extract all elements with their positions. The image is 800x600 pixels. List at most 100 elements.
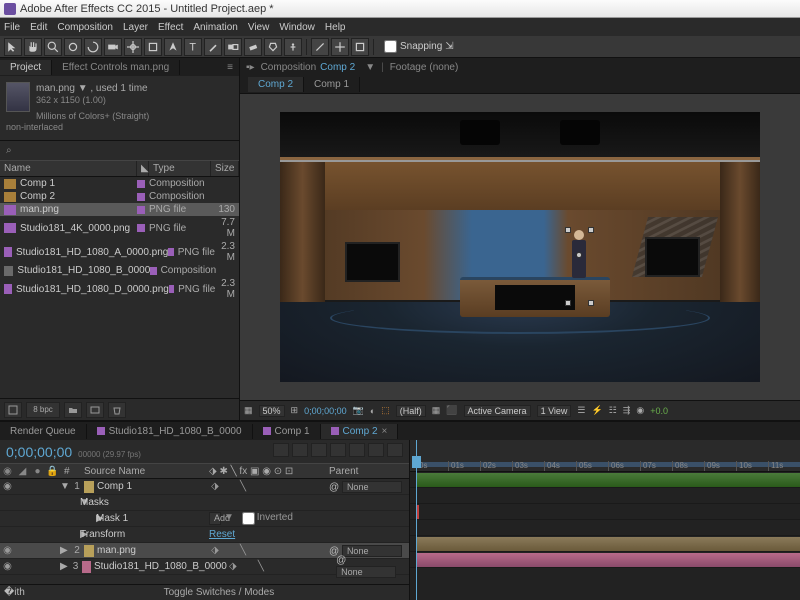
world-axis-tool[interactable] — [331, 38, 349, 56]
toggle-switches-modes[interactable]: Toggle Switches / Modes — [164, 587, 275, 598]
tl-graph-icon[interactable] — [387, 443, 403, 457]
camera-tool[interactable] — [104, 38, 122, 56]
timeline-track-area[interactable]: 0s01s02s03s04s05s06s07s08s09s10s11s — [410, 440, 800, 600]
tl-expand-icon[interactable]: �ith — [0, 587, 29, 598]
timeline-tab[interactable]: Comp 2 × — [321, 424, 399, 439]
shy-switch[interactable]: ⬗ — [209, 545, 221, 556]
views-select[interactable]: 1 View — [537, 405, 572, 417]
pen-tool[interactable] — [164, 38, 182, 56]
tl-frame-blend-icon[interactable] — [349, 443, 365, 457]
time-ruler[interactable]: 0s01s02s03s04s05s06s07s08s09s10s11s — [410, 440, 800, 472]
eraser-tool[interactable] — [244, 38, 262, 56]
tl-draft3d-icon[interactable] — [311, 443, 327, 457]
col-type[interactable]: Type — [149, 161, 211, 176]
canvas-area[interactable] — [240, 94, 800, 400]
view-axis-tool[interactable] — [351, 38, 369, 56]
composition-canvas[interactable] — [280, 112, 760, 382]
project-item[interactable]: Studio181_HD_1080_B_0000Composition — [0, 264, 239, 277]
label-color[interactable] — [137, 224, 145, 232]
brush-tool[interactable] — [204, 38, 222, 56]
video-toggle[interactable]: ◉ — [0, 561, 15, 572]
res-grid-icon[interactable]: ⊞ — [291, 405, 299, 416]
effect-controls-tab[interactable]: Effect Controls man.png — [52, 60, 180, 75]
twirl-icon[interactable]: ▶ — [60, 545, 70, 556]
hand-tool[interactable] — [24, 38, 42, 56]
rotate-tool[interactable] — [84, 38, 102, 56]
fast-preview-icon[interactable]: ⚡ — [592, 405, 603, 416]
orbit-tool[interactable] — [64, 38, 82, 56]
playhead[interactable] — [416, 440, 417, 600]
pixel-aspect-icon[interactable]: ☰ — [577, 405, 585, 416]
mask-marker[interactable] — [416, 505, 800, 519]
reset-exposure-icon[interactable]: ◉ — [636, 405, 644, 416]
transparency-icon[interactable]: ▦ — [432, 405, 441, 416]
comp-active-name[interactable]: Comp 2 — [320, 62, 355, 73]
current-time[interactable]: 0;00;00;00 — [304, 406, 347, 416]
interpret-footage-button[interactable] — [4, 402, 22, 418]
twirl-icon[interactable]: ▶ — [60, 513, 96, 524]
zoom-tool[interactable] — [44, 38, 62, 56]
new-comp-button[interactable] — [86, 402, 104, 418]
twirl-icon[interactable]: ▼ — [60, 497, 80, 508]
menu-effect[interactable]: Effect — [158, 22, 183, 33]
video-toggle[interactable]: ◉ — [0, 481, 15, 492]
channel-icon[interactable]: ◐ — [370, 406, 375, 416]
panel-menu-icon[interactable]: ≡ — [221, 62, 239, 73]
label-color[interactable] — [137, 206, 145, 214]
snapping-toggle[interactable]: Snapping ⇲ — [384, 40, 454, 53]
menu-window[interactable]: Window — [279, 22, 315, 33]
video-toggle[interactable]: ◉ — [0, 545, 15, 556]
new-folder-button[interactable] — [64, 402, 82, 418]
tl-search-icon[interactable] — [273, 443, 289, 457]
inverted-checkbox[interactable] — [242, 512, 255, 525]
exposure-value[interactable]: +0.0 — [650, 406, 668, 416]
zoom-select[interactable]: 50% — [259, 405, 285, 417]
label-color[interactable] — [168, 248, 173, 256]
label-color[interactable] — [150, 267, 156, 275]
layer-color-tag[interactable] — [84, 545, 94, 557]
project-item[interactable]: Comp 1Composition — [0, 177, 239, 190]
menu-file[interactable]: File — [4, 22, 20, 33]
col-label-icon[interactable]: ◣ — [137, 161, 149, 176]
timeline-row[interactable]: ◉▶3Studio181_HD_1080_B_0000⬗╲@ None — [0, 559, 409, 575]
solo-switch[interactable]: ╲ — [237, 481, 249, 492]
bpc-button[interactable]: 8 bpc — [26, 402, 60, 418]
alpha-toggle-icon[interactable]: ▦ — [244, 405, 253, 416]
tl-motion-blur-icon[interactable] — [368, 443, 384, 457]
comp-tab[interactable]: Comp 2 — [248, 77, 304, 92]
pan-behind-tool[interactable] — [124, 38, 142, 56]
pickwhip-icon[interactable]: @ — [336, 555, 346, 566]
timeline-row[interactable]: ▶TransformReset — [0, 527, 409, 543]
project-item[interactable]: Studio181_HD_1080_D_0000.pngPNG file2.3 … — [0, 277, 239, 301]
shy-switch[interactable]: ⬗ — [209, 481, 221, 492]
timeline-icon[interactable]: ☷ — [609, 405, 617, 416]
3d-view-icon[interactable]: ⬛ — [446, 405, 457, 416]
label-color[interactable] — [137, 180, 145, 188]
layer-bar-man[interactable] — [416, 537, 800, 551]
comp-flowchart-icon[interactable]: ⇶ — [623, 405, 631, 416]
menu-layer[interactable]: Layer — [123, 22, 148, 33]
timeline-tab[interactable]: Studio181_HD_1080_B_0000 — [87, 424, 253, 439]
clone-tool[interactable] — [224, 38, 242, 56]
snapshot-icon[interactable]: 📷 — [353, 405, 364, 416]
menu-edit[interactable]: Edit — [30, 22, 47, 33]
shy-switch[interactable]: ⬗ — [227, 561, 239, 572]
timeline-row[interactable]: ▶Mask 1Add ▼ Inverted — [0, 511, 409, 527]
snapping-checkbox[interactable] — [384, 40, 397, 53]
mask-mode-select[interactable]: Add — [209, 512, 221, 525]
local-axis-tool[interactable] — [311, 38, 329, 56]
source-name-col[interactable]: Source Name — [84, 466, 209, 477]
timeline-row[interactable]: ▼Masks — [0, 495, 409, 511]
twirl-icon[interactable]: ▼ — [60, 481, 70, 492]
twirl-icon[interactable]: ▶ — [60, 529, 80, 540]
timeline-tab[interactable]: Render Queue — [0, 424, 87, 439]
project-item[interactable]: Studio181_HD_1080_A_0000.pngPNG file2.3 … — [0, 240, 239, 264]
layer-color-tag[interactable] — [84, 481, 94, 493]
project-tab[interactable]: Project — [0, 60, 52, 75]
resolution-select[interactable]: (Half) — [396, 405, 426, 417]
rect-tool[interactable] — [144, 38, 162, 56]
timeline-tab[interactable]: Comp 1 — [253, 424, 321, 439]
reset-link[interactable]: Reset — [209, 529, 221, 540]
layer-color-tag[interactable] — [82, 561, 91, 573]
timeline-row[interactable]: ◉▼1Comp 1⬗╲@ None — [0, 479, 409, 495]
